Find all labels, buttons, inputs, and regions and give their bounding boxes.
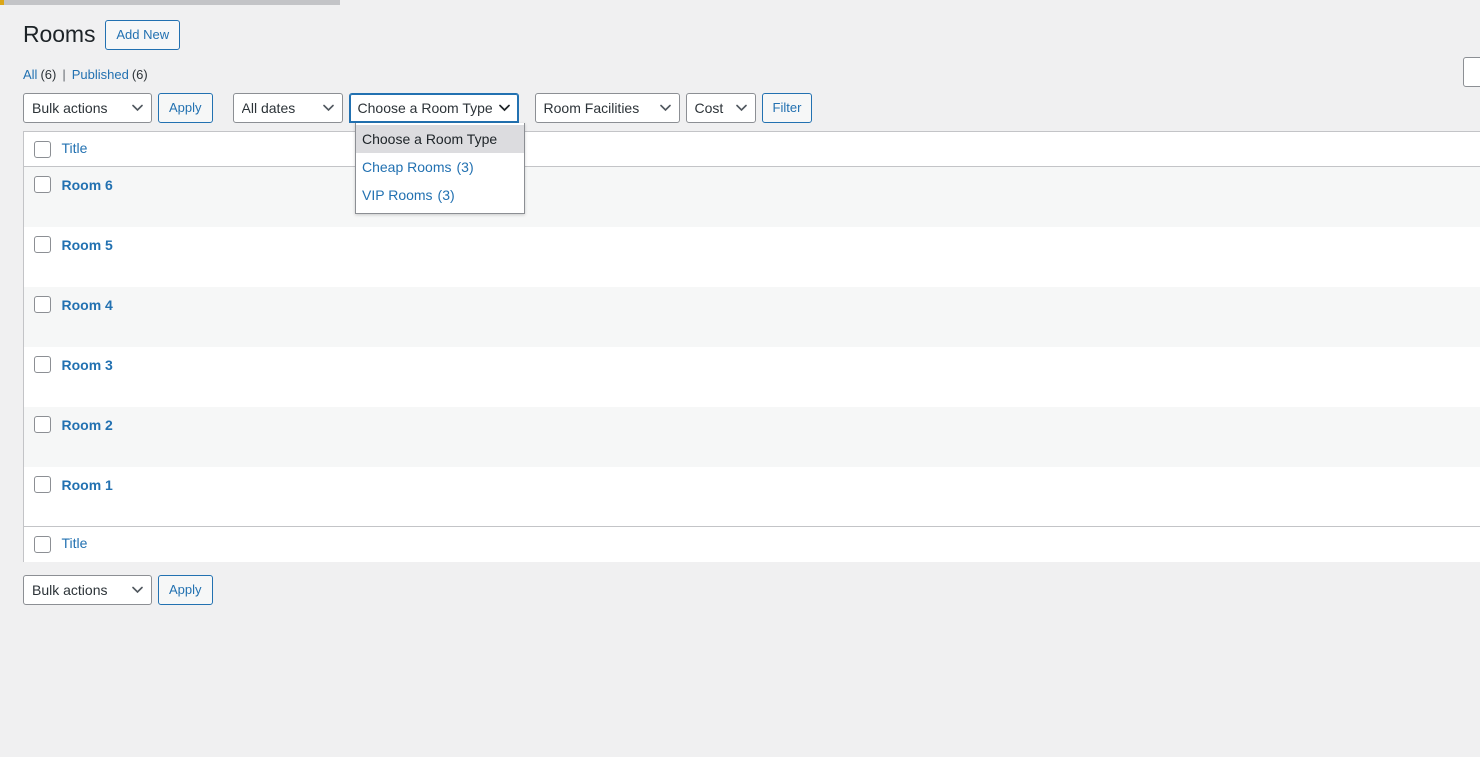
room-facilities-select-wrap: Room Facilities bbox=[534, 93, 680, 123]
row-title-cell: Room 6 bbox=[61, 166, 1480, 227]
row-title-link[interactable]: Room 2 bbox=[62, 417, 113, 433]
table-footer-row: Title bbox=[23, 526, 1480, 562]
bulk-actions-select-bottom-wrap: Bulk actions bbox=[23, 575, 152, 605]
row-title-cell: Room 1 bbox=[62, 467, 1480, 527]
row-select-cell bbox=[24, 227, 62, 287]
status-link-all[interactable]: All bbox=[23, 67, 37, 82]
room-type-option-vip-count: (3) bbox=[437, 187, 455, 203]
room-type-option-choose[interactable]: Choose a Room Type bbox=[356, 125, 524, 153]
add-new-button[interactable]: Add New bbox=[105, 20, 181, 50]
room-facilities-select[interactable]: Room Facilities bbox=[534, 93, 680, 123]
room-type-dropdown-list: Choose a Room Type Cheap Rooms (3) VIP Ro… bbox=[355, 123, 525, 214]
status-separator: | bbox=[62, 67, 66, 82]
row-title-link[interactable]: Room 1 bbox=[62, 477, 113, 493]
select-all-checkbox-bottom[interactable] bbox=[34, 536, 51, 553]
row-select-cell bbox=[24, 347, 62, 407]
status-link-all-wrap: All (6) bbox=[23, 67, 56, 82]
status-count-all: (6) bbox=[40, 67, 57, 82]
row-checkbox[interactable] bbox=[34, 295, 51, 313]
row-title-link[interactable]: Room 3 bbox=[62, 357, 113, 373]
all-dates-select[interactable]: All dates bbox=[232, 93, 343, 123]
bulk-actions-select-top[interactable]: Bulk actions bbox=[23, 93, 152, 123]
row-checkbox[interactable] bbox=[34, 415, 51, 433]
select-all-checkbox-top[interactable] bbox=[34, 141, 51, 158]
table-row: Room 5 bbox=[24, 227, 1480, 287]
apply-button-bottom[interactable]: Apply bbox=[158, 575, 213, 605]
room-type-option-choose-label: Choose a Room Type bbox=[362, 131, 498, 147]
table-row: Room 4 bbox=[23, 286, 1480, 347]
row-select-cell bbox=[23, 406, 62, 467]
column-footer-title[interactable]: Title bbox=[62, 535, 88, 551]
room-type-select[interactable]: Choose a Room Type bbox=[348, 93, 519, 123]
room-type-option-cheap-count: (3) bbox=[456, 159, 474, 175]
status-link-published-wrap: Published (6) bbox=[72, 67, 148, 82]
status-filter-links: All (6) | Published (6) bbox=[23, 67, 148, 82]
select-all-cell-top bbox=[23, 131, 62, 167]
admin-notice-strip bbox=[0, 0, 340, 5]
row-select-cell bbox=[24, 467, 62, 527]
table-toolbar-bottom: Bulk actions Apply bbox=[23, 575, 213, 605]
bulk-actions-select-top-wrap: Bulk actions bbox=[23, 93, 152, 123]
admin-page: Rooms Add New All (6) | Published (6) Bulk… bbox=[0, 0, 1480, 757]
all-dates-select-wrap: All dates bbox=[232, 93, 343, 123]
row-select-cell bbox=[23, 286, 62, 347]
room-type-option-cheap[interactable]: Cheap Rooms (3) bbox=[356, 153, 524, 181]
room-type-option-cheap-label: Cheap Rooms bbox=[362, 159, 452, 175]
row-title-link[interactable]: Room 5 bbox=[62, 237, 113, 253]
room-type-select-wrap: Choose a Room Type bbox=[348, 93, 519, 123]
page-title: Rooms bbox=[23, 21, 96, 48]
row-select-cell bbox=[23, 166, 62, 227]
cost-select[interactable]: Cost bbox=[685, 93, 756, 123]
row-title-cell: Room 2 bbox=[61, 406, 1480, 467]
status-link-published[interactable]: Published bbox=[72, 67, 129, 82]
cost-select-wrap: Cost bbox=[685, 93, 756, 123]
row-title-cell: Room 3 bbox=[62, 347, 1480, 407]
room-type-option-vip-label: VIP Rooms bbox=[362, 187, 433, 203]
room-type-option-vip[interactable]: VIP Rooms (3) bbox=[356, 181, 524, 209]
apply-button-top[interactable]: Apply bbox=[158, 93, 213, 123]
row-title-link[interactable]: Room 4 bbox=[62, 297, 113, 313]
row-checkbox[interactable] bbox=[34, 355, 51, 373]
column-header-title-cell: Title bbox=[61, 131, 1480, 167]
bulk-actions-select-bottom[interactable]: Bulk actions bbox=[23, 575, 152, 605]
status-count-published: (6) bbox=[131, 67, 148, 82]
rooms-table: Title Room 6 Room 5 Room 4 Room 3 Room 2… bbox=[23, 131, 1480, 562]
search-input[interactable] bbox=[1463, 57, 1480, 87]
table-row: Room 1 bbox=[24, 467, 1480, 527]
row-checkbox[interactable] bbox=[34, 475, 51, 493]
select-all-cell-bottom bbox=[23, 526, 62, 562]
row-title-cell: Room 5 bbox=[62, 227, 1480, 287]
column-header-title[interactable]: Title bbox=[62, 140, 88, 156]
table-row: Room 6 bbox=[23, 166, 1480, 227]
table-row: Room 3 bbox=[24, 347, 1480, 407]
page-header: Rooms Add New bbox=[23, 20, 181, 50]
row-title-cell: Room 4 bbox=[61, 286, 1480, 347]
column-footer-title-cell: Title bbox=[61, 526, 1480, 562]
row-title-link[interactable]: Room 6 bbox=[62, 177, 113, 193]
row-checkbox[interactable] bbox=[34, 176, 51, 193]
table-toolbar-top: Bulk actions Apply All dates Choose a Ro… bbox=[23, 93, 813, 123]
row-checkbox[interactable] bbox=[34, 235, 51, 253]
filter-button[interactable]: Filter bbox=[761, 93, 813, 123]
table-row: Room 2 bbox=[23, 406, 1480, 467]
table-header-row: Title bbox=[23, 131, 1480, 167]
